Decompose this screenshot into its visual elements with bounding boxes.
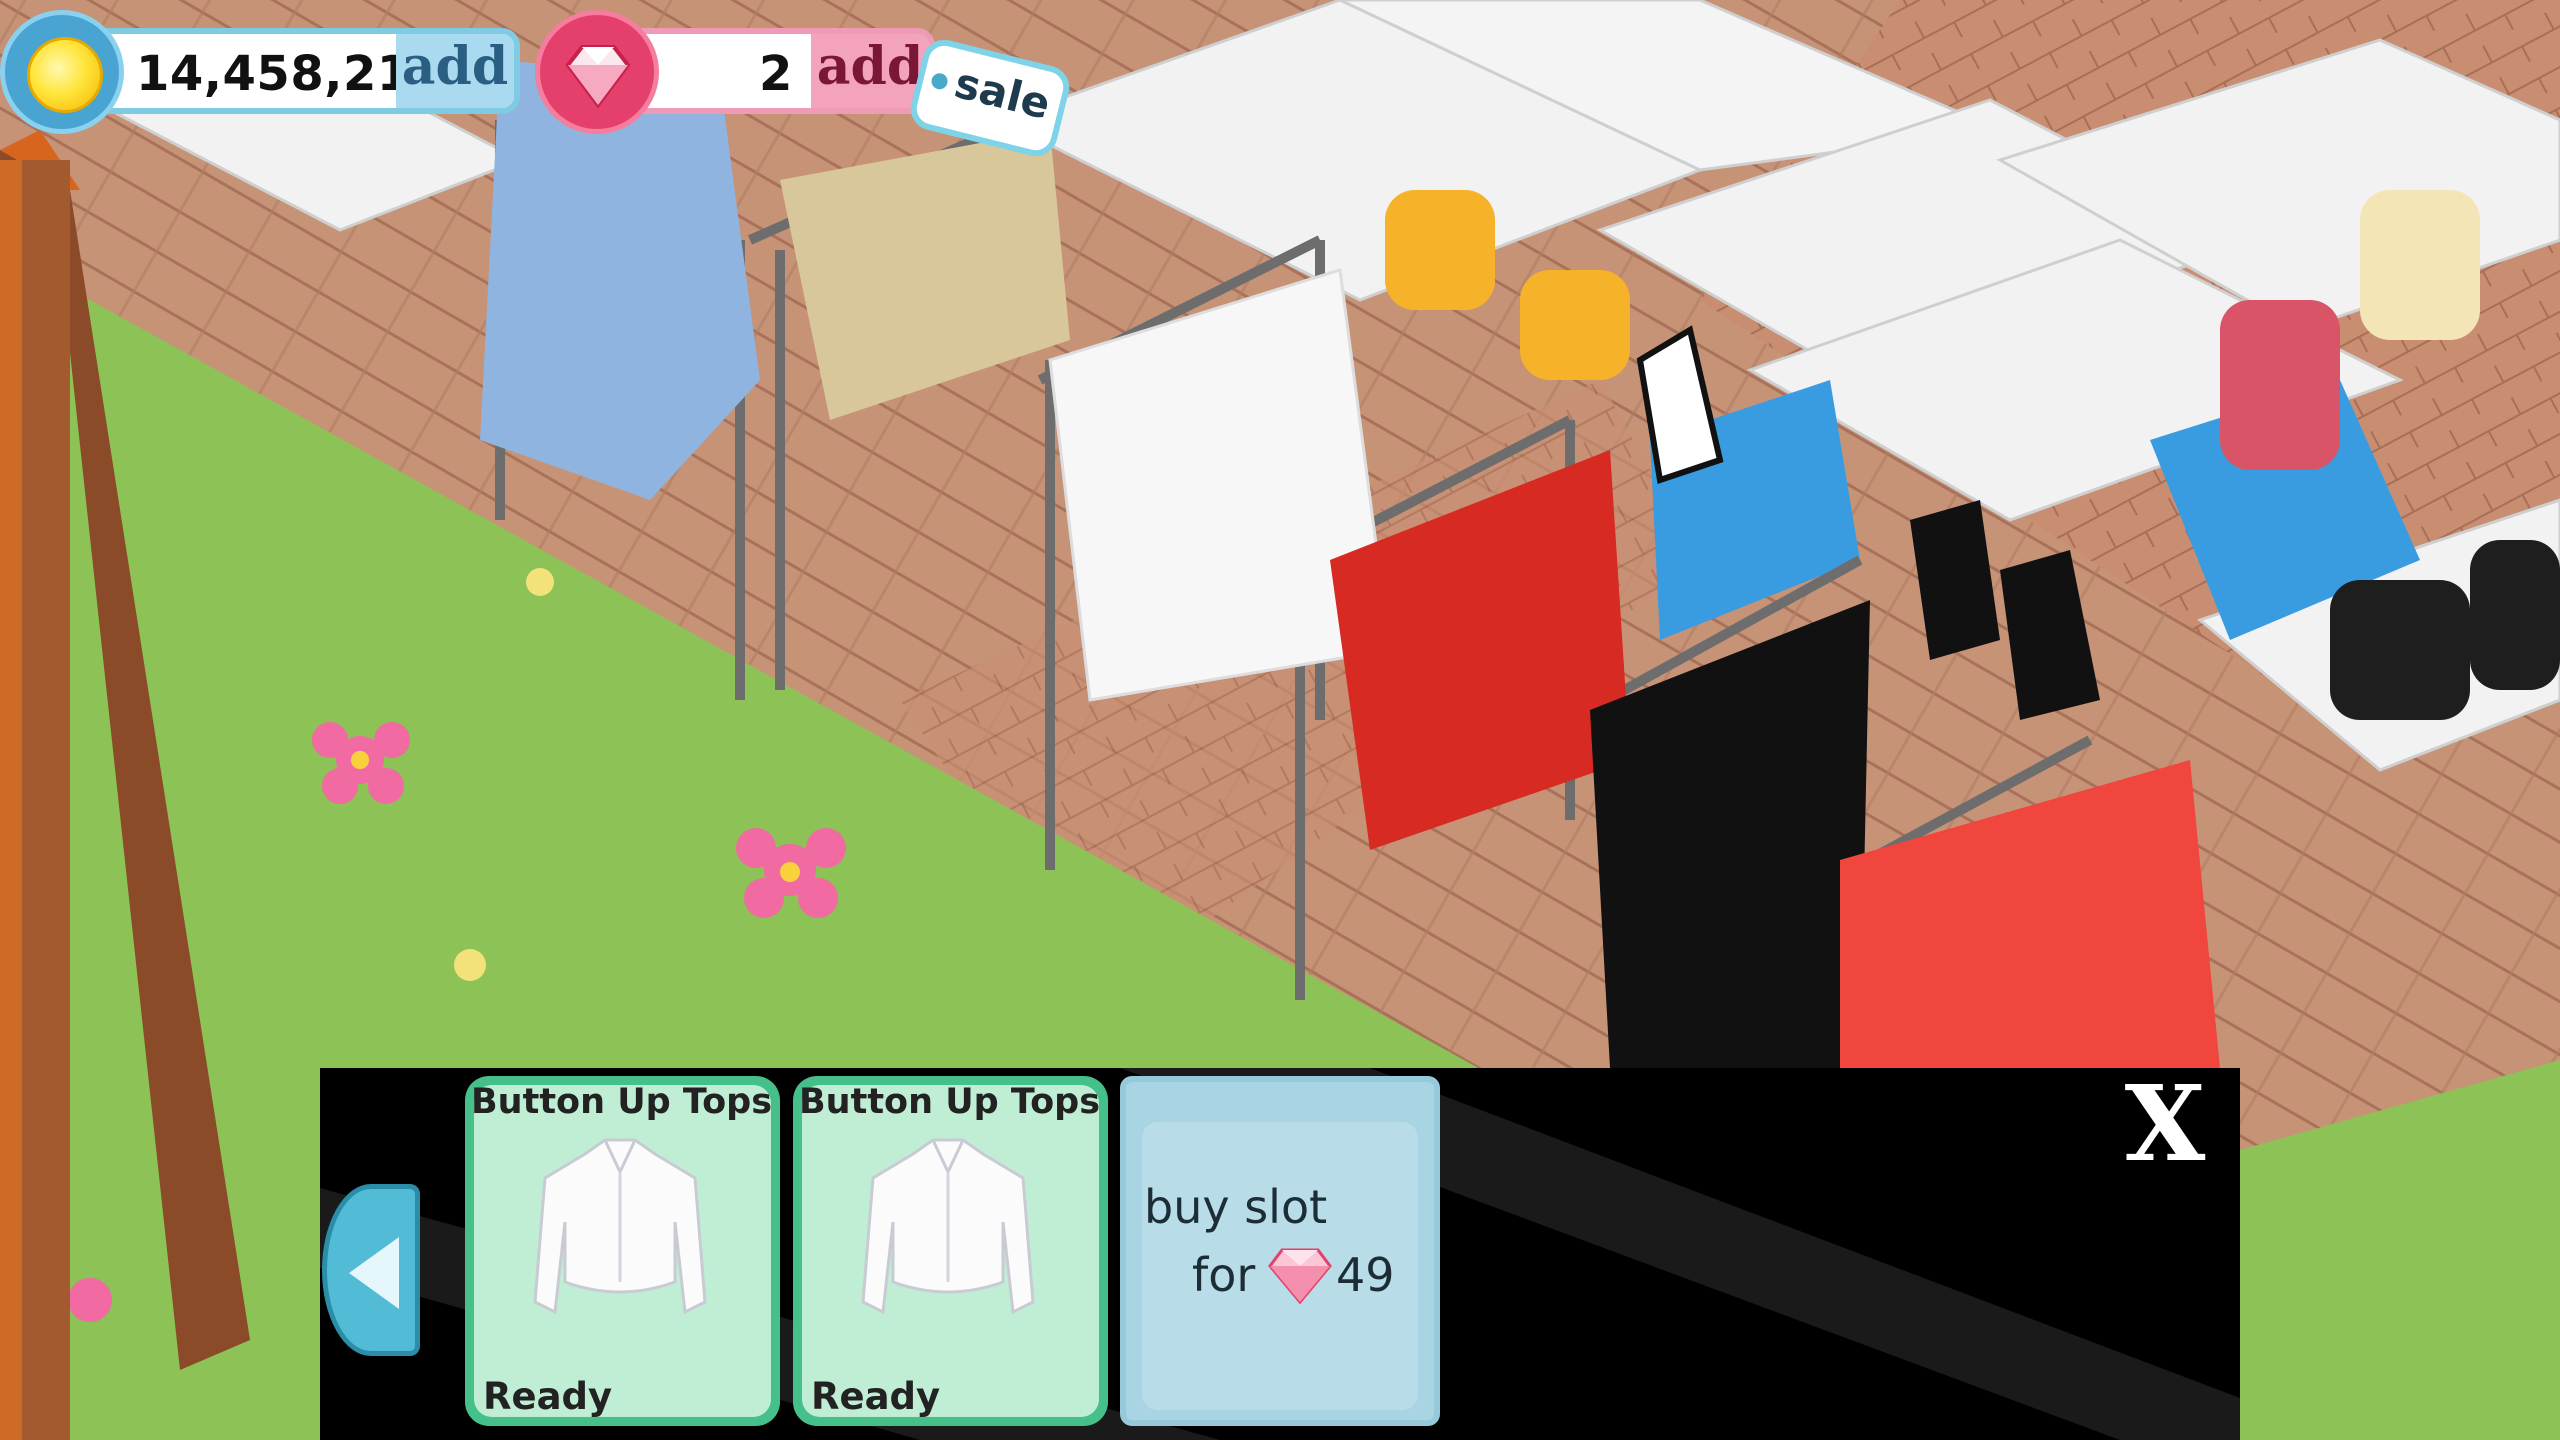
white-blouse-icon: [861, 1138, 1035, 1315]
slot-status: Ready: [811, 1375, 941, 1418]
slot-status: Ready: [483, 1375, 613, 1418]
left-arrow-icon: [349, 1237, 399, 1309]
coin-icon: [27, 37, 103, 113]
buy-slot-price: 49: [1336, 1248, 1395, 1302]
production-slot[interactable]: Button Up Tops Ready: [793, 1076, 1108, 1426]
scroll-left-button[interactable]: [322, 1184, 420, 1356]
buy-slot-label: buy slot: [1144, 1180, 1328, 1234]
gem-icon: [565, 45, 631, 109]
add-gems-button[interactable]: add: [811, 34, 929, 108]
close-button[interactable]: X: [2110, 1072, 2220, 1176]
white-blouse-icon: [533, 1138, 707, 1315]
add-coins-button[interactable]: add: [396, 34, 514, 108]
gem-badge: [535, 10, 659, 134]
coins-pill: 14,458,212 add: [70, 28, 520, 114]
gem-icon: [1268, 1248, 1332, 1305]
slot-item-title: Button Up Tops: [799, 1082, 1101, 1122]
buy-slot-button[interactable]: buy slot for 49: [1120, 1076, 1440, 1426]
buy-for-label: for: [1192, 1248, 1256, 1302]
slot-item-title: Button Up Tops: [471, 1082, 773, 1122]
production-slot[interactable]: Button Up Tops Ready: [465, 1076, 780, 1426]
coin-badge: [0, 10, 124, 134]
